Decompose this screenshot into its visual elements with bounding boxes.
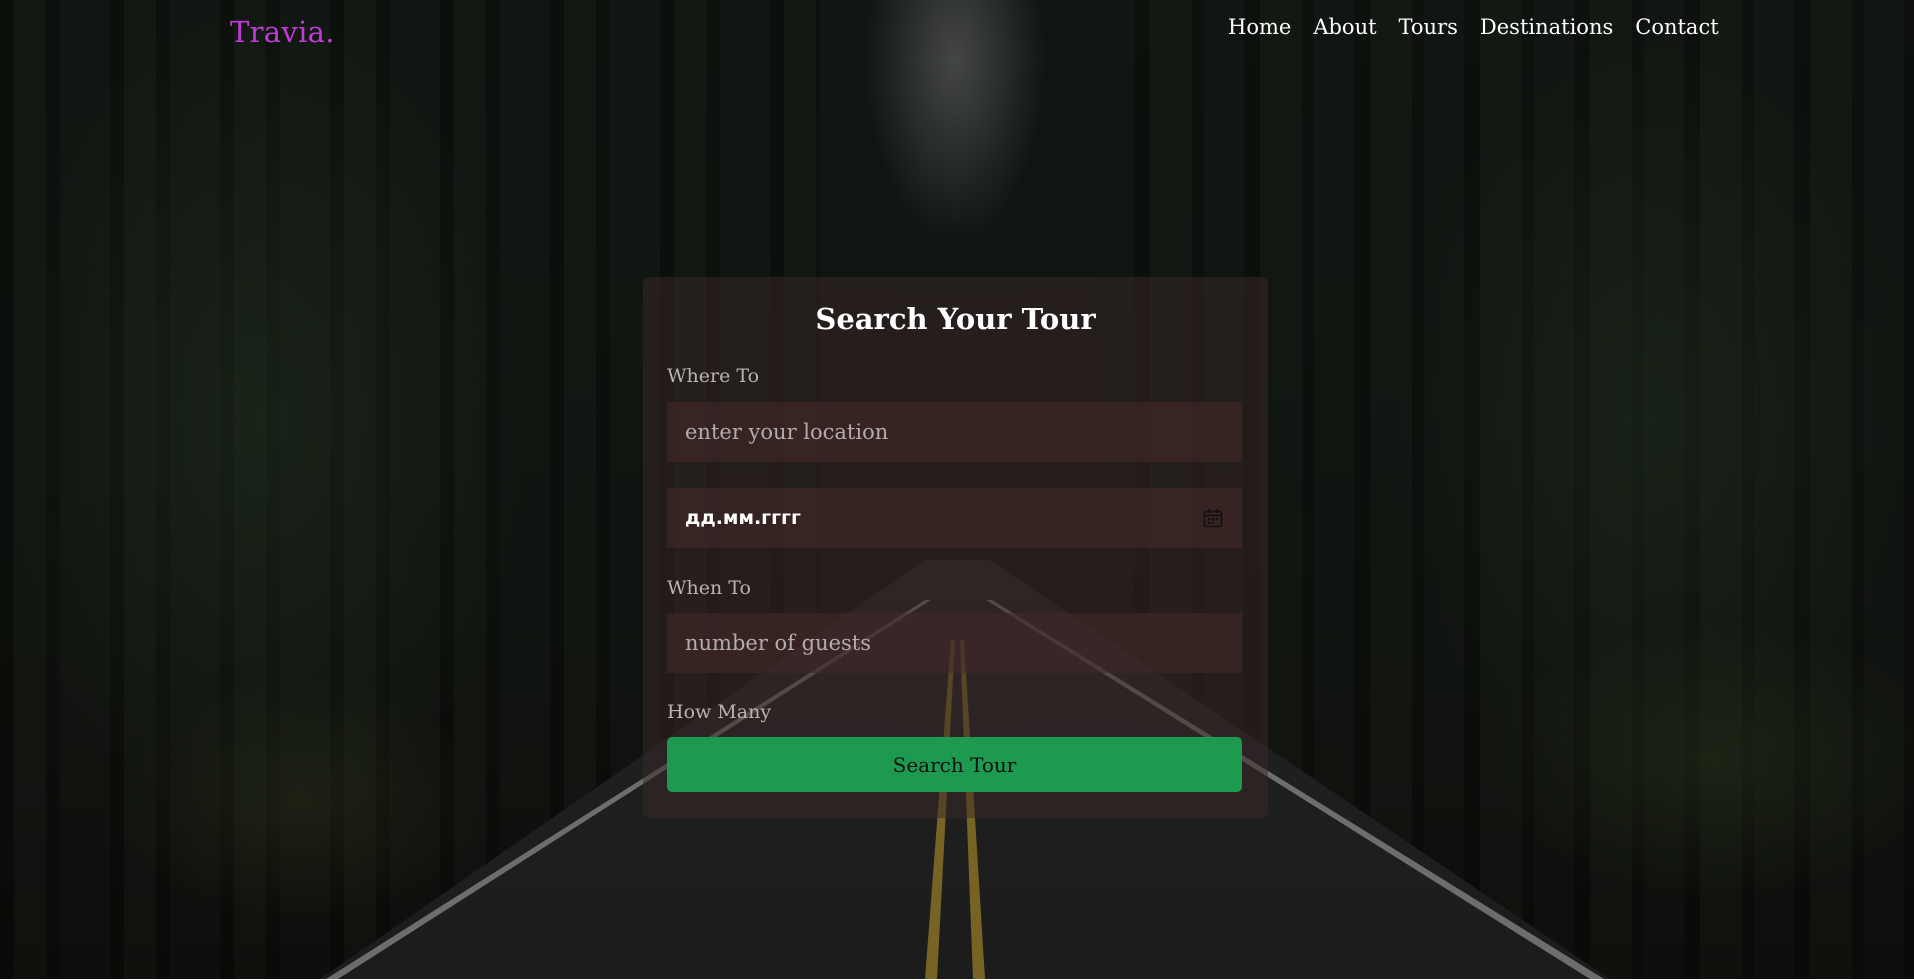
date-placeholder: дд.мм.гггг: [685, 507, 801, 529]
nav-link-tours[interactable]: Tours: [1399, 15, 1458, 39]
location-input[interactable]: [667, 402, 1242, 462]
search-tour-form: Search Your Tour Where To дд.мм.гггг Whe…: [643, 277, 1268, 818]
date-input[interactable]: дд.мм.гггг: [667, 488, 1242, 548]
brand-logo[interactable]: Travia.: [230, 15, 335, 49]
nav-link-contact[interactable]: Contact: [1635, 15, 1718, 39]
search-tour-button[interactable]: Search Tour: [667, 737, 1242, 792]
guests-input[interactable]: [667, 613, 1242, 673]
navbar: Travia. Home About Tours Destinations Co…: [0, 0, 1914, 60]
when-to-label: When To: [667, 577, 751, 599]
nav-link-home[interactable]: Home: [1228, 15, 1291, 39]
nav-link-destinations[interactable]: Destinations: [1480, 15, 1613, 39]
nav-menu: Home About Tours Destinations Contact: [1228, 15, 1719, 39]
form-title: Search Your Tour: [815, 302, 1096, 336]
calendar-icon[interactable]: [1202, 507, 1224, 529]
how-many-label: How Many: [667, 701, 772, 723]
where-to-label: Where To: [667, 365, 760, 387]
nav-link-about[interactable]: About: [1313, 15, 1376, 39]
